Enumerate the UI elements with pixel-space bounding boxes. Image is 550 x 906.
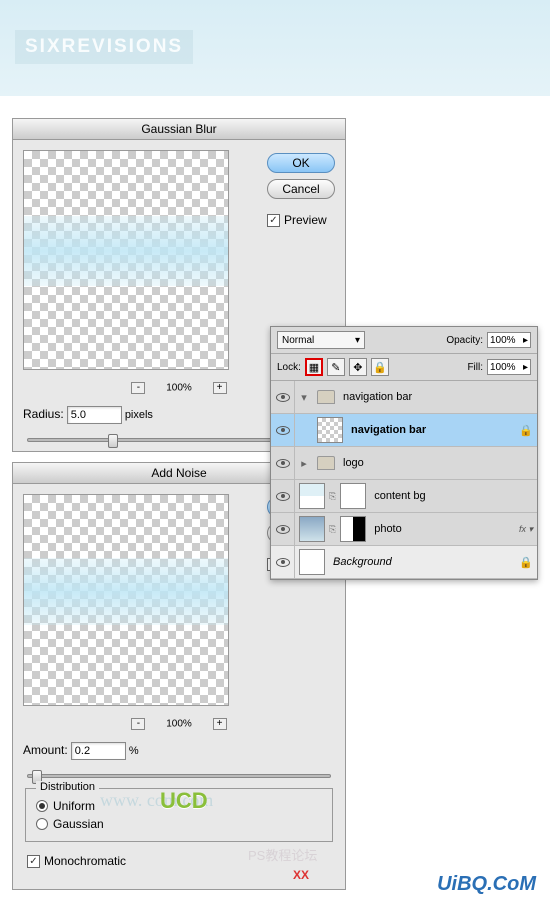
visibility-icon[interactable] — [276, 459, 290, 468]
monochromatic-checkbox[interactable]: ✓Monochromatic — [27, 854, 126, 868]
layer-thumbnail[interactable] — [299, 516, 325, 542]
lock-all-icon[interactable]: 🔒 — [371, 358, 389, 376]
layer-row[interactable]: ⎘ content bg — [271, 480, 537, 513]
visibility-icon[interactable] — [276, 393, 290, 402]
amount-slider[interactable] — [27, 774, 331, 778]
amount-unit: % — [129, 745, 139, 757]
layer-row[interactable]: Background 🔒 — [271, 546, 537, 579]
visibility-icon[interactable] — [276, 492, 290, 501]
layer-mask[interactable] — [340, 516, 366, 542]
watermark-ucd: UCD — [160, 788, 208, 814]
zoom-in-button[interactable]: + — [213, 382, 227, 394]
fx-icon[interactable]: fx ▾ — [519, 524, 533, 535]
lock-label: Lock: — [277, 362, 301, 373]
zoom-value: 100% — [166, 719, 192, 730]
chevron-down-icon: ▾ — [355, 335, 360, 346]
cancel-button[interactable]: Cancel — [267, 179, 335, 199]
footer-brand: UiBQ.CoM — [437, 873, 536, 896]
ok-button[interactable]: OK — [267, 153, 335, 173]
amount-label: Amount: — [23, 743, 68, 757]
visibility-icon[interactable] — [276, 426, 290, 435]
layer-thumbnail[interactable] — [317, 417, 343, 443]
layer-mask[interactable] — [340, 483, 366, 509]
fill-input[interactable]: 100%▸ — [487, 359, 531, 375]
lock-position-icon[interactable]: ✥ — [349, 358, 367, 376]
preview-image — [23, 494, 229, 706]
blend-mode-select[interactable]: Normal▾ — [277, 331, 365, 349]
lock-transparent-icon[interactable]: ▦ — [305, 358, 323, 376]
radius-input[interactable] — [67, 406, 122, 424]
watermark-ps: PS教程论坛 — [248, 845, 317, 864]
amount-input[interactable] — [71, 742, 126, 760]
layer-row[interactable]: navigation bar 🔒 — [271, 414, 537, 447]
preview-checkbox[interactable]: ✓Preview — [267, 213, 327, 227]
zoom-value: 100% — [166, 383, 192, 394]
distribution-label: Distribution — [36, 781, 99, 793]
zoom-in-button[interactable]: + — [213, 718, 227, 730]
zoom-out-button[interactable]: - — [131, 718, 145, 730]
layer-thumbnail[interactable] — [299, 483, 325, 509]
layer-group[interactable]: ▾ navigation bar — [271, 381, 537, 414]
visibility-icon[interactable] — [276, 558, 290, 567]
lock-image-icon[interactable]: ✎ — [327, 358, 345, 376]
radius-unit: pixels — [125, 409, 153, 421]
layer-row[interactable]: ⎘ photo fx ▾ — [271, 513, 537, 546]
dialog-title: Gaussian Blur — [13, 119, 345, 140]
fill-label: Fill: — [467, 362, 483, 373]
folder-icon — [317, 456, 335, 470]
brand-logo: SIXREVISIONS — [15, 30, 193, 64]
preview-image — [23, 150, 229, 370]
zoom-out-button[interactable]: - — [131, 382, 145, 394]
lock-icon: 🔒 — [519, 424, 531, 436]
collapse-icon[interactable]: ▾ — [295, 391, 313, 404]
watermark-xx: XX — [293, 868, 309, 882]
folder-icon — [317, 390, 335, 404]
layers-panel: Normal▾ Opacity: 100%▸ Lock: ▦ ✎ ✥ 🔒 Fil… — [270, 326, 538, 580]
gaussian-radio[interactable]: Gaussian — [36, 815, 322, 833]
layer-thumbnail[interactable] — [299, 549, 325, 575]
visibility-icon[interactable] — [276, 525, 290, 534]
opacity-input[interactable]: 100%▸ — [487, 332, 531, 348]
lock-icon: 🔒 — [519, 556, 531, 568]
layer-group[interactable]: ▸ logo — [271, 447, 537, 480]
opacity-label: Opacity: — [446, 335, 483, 346]
radius-label: Radius: — [23, 407, 64, 421]
collapse-icon[interactable]: ▸ — [295, 457, 313, 470]
